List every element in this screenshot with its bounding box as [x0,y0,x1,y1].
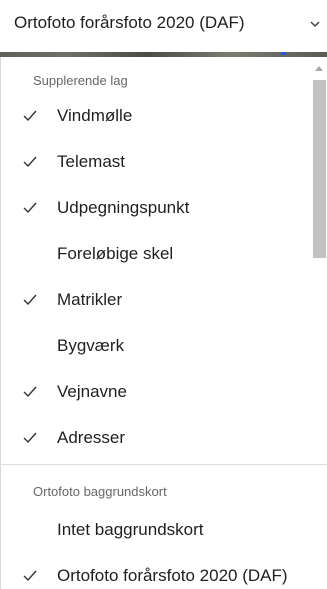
layer-item-udpegningspunkt[interactable]: Udpegningspunkt [0,190,312,228]
layer-item-label: Bygværk [57,336,125,355]
checkmark-icon [23,386,37,398]
checkmark-icon [23,202,37,214]
layer-item-label: Telemast [57,152,126,171]
layer-item-bygvaerk[interactable]: Bygværk [0,328,312,366]
basemap-item-label: Ortofoto forårsfoto 2020 (DAF) [57,566,288,585]
selected-basemap-title[interactable]: Ortofoto forårsfoto 2020 (DAF) [14,13,245,33]
layer-item-adresser[interactable]: Adresser [0,420,312,458]
layer-item-vindmolle[interactable]: Vindmølle [0,98,312,136]
checkmark-icon [23,294,37,306]
section-divider [0,464,327,465]
layer-item-vejnavne[interactable]: Vejnavne [0,374,312,412]
layer-item-label: Adresser [57,428,126,447]
checkmark-icon [23,570,37,582]
section-header-basemap: Ortofoto baggrundskort [33,484,167,499]
layer-item-label: Foreløbige skel [57,244,174,263]
basemap-item-ortofoto-2020[interactable]: Ortofoto forårsfoto 2020 (DAF) [0,558,312,589]
layer-item-telemast[interactable]: Telemast [0,144,312,182]
layer-item-label: Udpegningspunkt [57,198,190,217]
section-header-supplementary: Supplerende lag [33,73,128,88]
scrollbar-thumb[interactable] [313,80,326,258]
layer-item-matrikler[interactable]: Matrikler [0,282,312,320]
map-marker [281,52,286,55]
checkmark-icon [23,432,37,444]
checkmark-icon [23,110,37,122]
basemap-selector[interactable]: Ortofoto forårsfoto 2020 (DAF) [0,0,327,52]
layer-item-forelobige-skel[interactable]: Foreløbige skel [0,236,312,274]
chevron-down-icon[interactable] [310,19,320,29]
layer-item-label: Vindmølle [57,106,133,125]
scroll-up-arrow-icon[interactable] [315,66,323,71]
basemap-list-viewport: Ortofoto forårsfoto 2020 (DAF) [0,500,312,589]
layer-item-label: Matrikler [57,290,123,309]
layer-item-label: Vejnavne [57,382,127,401]
checkmark-icon [23,156,37,168]
